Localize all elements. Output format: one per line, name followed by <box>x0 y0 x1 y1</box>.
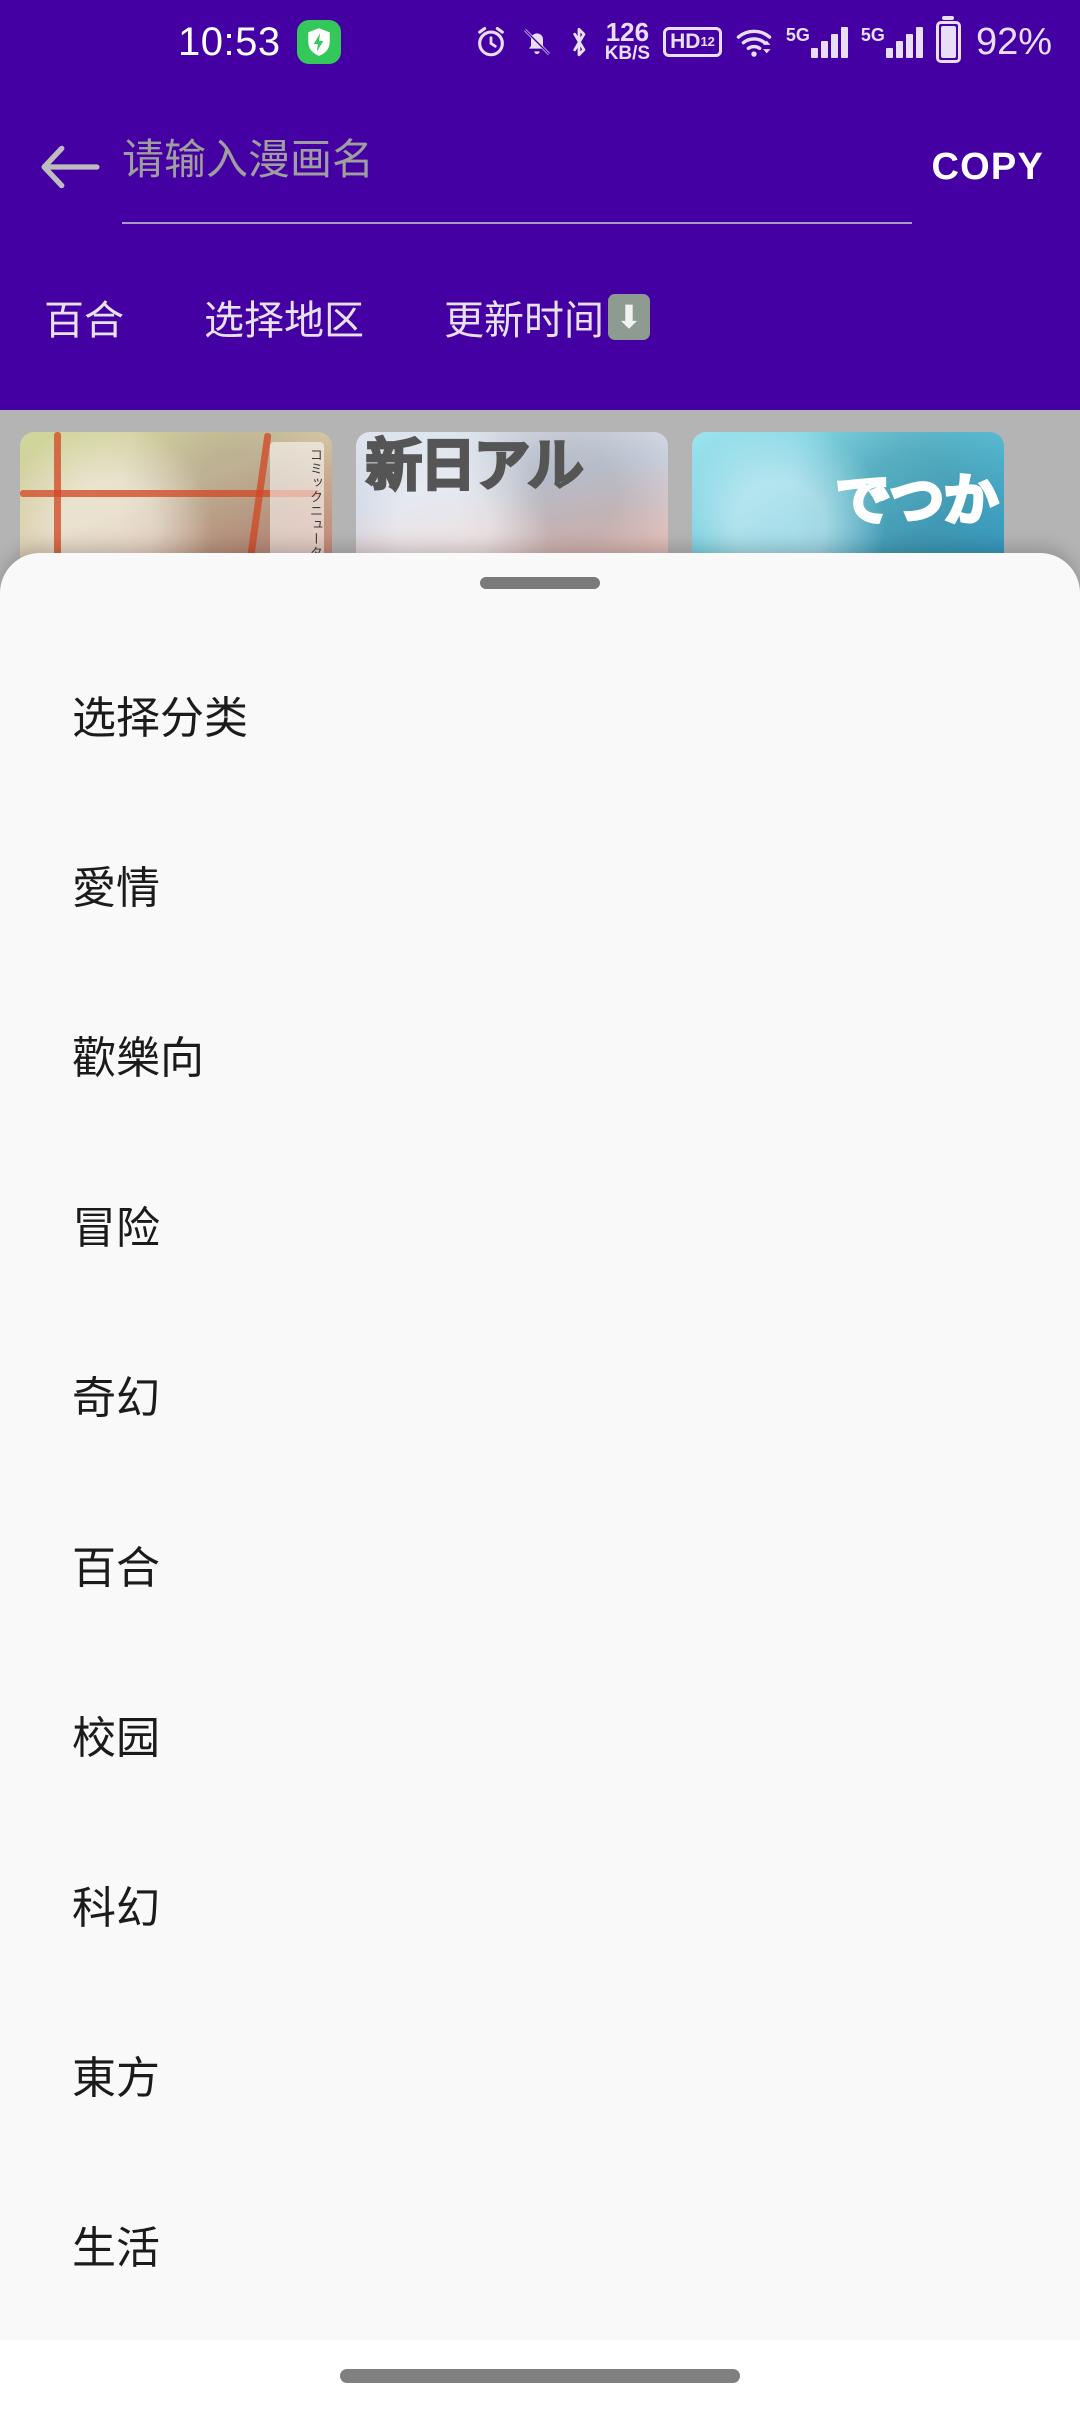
filter-region-label: 选择地区 <box>204 299 364 343</box>
list-item[interactable]: 科幻 <box>0 1819 1080 1989</box>
drag-handle[interactable] <box>480 577 600 589</box>
list-item[interactable]: 生活 <box>0 2159 1080 2329</box>
sim2-signal-icon: 5G <box>860 24 923 58</box>
status-bar-left: 10:53 <box>0 20 341 65</box>
alarm-clock-icon <box>474 25 508 59</box>
network-speed-value: 126 <box>605 17 650 48</box>
app-bar: COPY <box>0 112 1080 224</box>
list-item[interactable]: 校园 <box>0 1649 1080 1819</box>
filter-region[interactable]: 选择地区 <box>204 288 364 346</box>
filter-category[interactable]: 百合 <box>44 288 124 346</box>
phone-screen: 10:53 126 KB/S HD 1 2 5G 5G 92% 请输入漫画名 C… <box>0 0 1080 2412</box>
list-item[interactable]: 東方 <box>0 1989 1080 2159</box>
search-input[interactable] <box>122 136 912 198</box>
filter-bar: 百合 选择地区 更新时间 ⬇ <box>0 272 1080 362</box>
hd-label: HD <box>670 29 701 53</box>
filter-sort-label: 更新时间 <box>444 299 604 343</box>
sim2-network-type: 5G <box>860 24 885 45</box>
status-time: 10:53 <box>178 19 281 64</box>
gesture-nav-pill[interactable] <box>340 2369 740 2383</box>
manga-cover-2-title: 新日アル <box>364 434 584 497</box>
sort-down-arrow-icon: ⬇ <box>608 294 650 340</box>
filter-category-label: 百合 <box>44 299 124 343</box>
filter-sort[interactable]: 更新时间 ⬇ <box>444 288 650 346</box>
category-bottom-sheet: 选择分类 愛情 歡樂向 冒险 奇幻 百合 校园 科幻 東方 生活 <box>0 553 1080 2341</box>
battery-icon <box>935 21 961 63</box>
hd-sup: 1 <box>700 34 708 50</box>
sheet-title: 选择分类 <box>72 694 248 743</box>
search-field-wrapper <box>122 136 912 224</box>
list-item[interactable]: 歡樂向 <box>0 969 1080 1139</box>
bell-muted-icon <box>521 25 553 59</box>
network-speed-unit: KB/S <box>604 43 651 65</box>
sim1-bars <box>810 26 848 58</box>
wifi-icon <box>735 25 773 59</box>
hd-voice-icon: HD 1 2 <box>663 26 722 58</box>
list-item[interactable]: 百合 <box>0 1479 1080 1649</box>
gesture-nav-bar <box>0 2340 1080 2412</box>
list-item[interactable]: 奇幻 <box>0 1309 1080 1479</box>
sim1-network-type: 5G <box>785 24 810 45</box>
sim2-bars <box>885 26 923 58</box>
category-list: 选择分类 愛情 歡樂向 冒险 奇幻 百合 校园 科幻 東方 生活 <box>0 589 1080 2329</box>
copy-button[interactable]: COPY <box>922 136 1073 199</box>
sim1-signal-icon: 5G <box>785 24 848 58</box>
status-bar: 10:53 126 KB/S HD 1 2 5G 5G 92% <box>0 0 1080 84</box>
list-item[interactable]: 冒险 <box>0 1139 1080 1309</box>
status-bar-right: 126 KB/S HD 1 2 5G 5G 92% <box>474 17 1080 65</box>
manga-cover-3-title: でつか <box>834 471 1000 531</box>
back-arrow-icon[interactable] <box>24 121 116 213</box>
network-speed-indicator: 126 KB/S <box>604 17 651 65</box>
bluetooth-icon <box>566 25 592 59</box>
hd-sub: 2 <box>707 34 715 50</box>
list-item[interactable]: 愛情 <box>0 799 1080 969</box>
battery-percent: 92% <box>975 20 1052 63</box>
search-underline <box>122 222 912 224</box>
shield-bolt-icon <box>296 20 341 64</box>
